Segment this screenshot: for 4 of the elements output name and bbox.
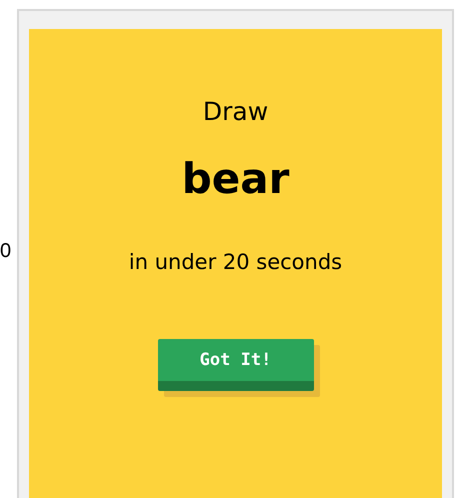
prompt-word: bear [182, 158, 290, 200]
time-limit-text: in under 20 seconds [128, 252, 342, 273]
prompt-lead: Draw [202, 99, 268, 124]
partial-text: 0 [0, 241, 12, 261]
